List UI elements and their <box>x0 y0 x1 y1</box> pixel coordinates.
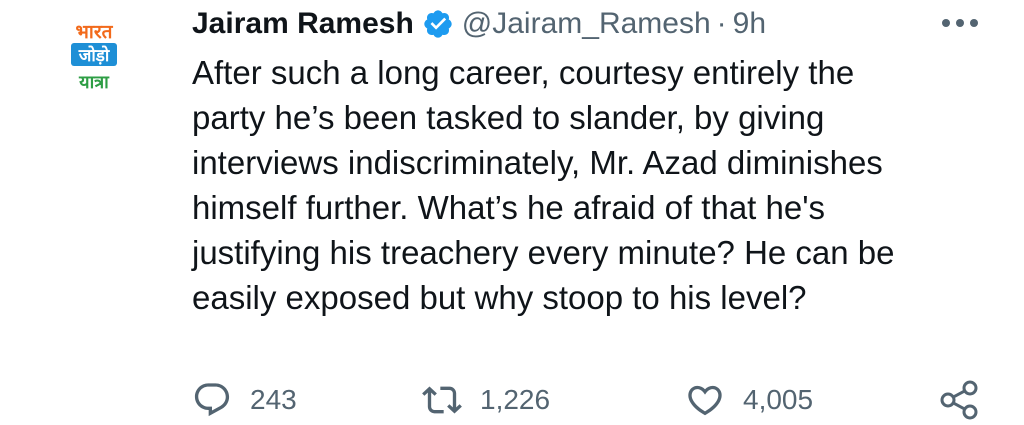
share-icon <box>940 380 978 420</box>
svg-text:भारत: भारत <box>76 21 114 43</box>
author-handle[interactable]: @Jairam_Ramesh <box>462 4 711 44</box>
header-separator: · <box>716 7 727 40</box>
tweet-timestamp[interactable]: 9h <box>733 4 766 44</box>
more-options-icon <box>942 19 978 27</box>
retweet-button[interactable]: 1,226 <box>422 376 550 424</box>
retweet-count: 1,226 <box>480 384 551 415</box>
retweet-icon <box>422 386 462 414</box>
svg-text:जोड़ो: जोड़ो <box>78 45 110 66</box>
share-button[interactable] <box>938 376 982 424</box>
reply-button[interactable]: 243 <box>192 376 297 424</box>
bharat-jodo-yatra-logo: भारत जोड़ो यात्रा <box>71 21 117 93</box>
avatar[interactable]: भारत जोड़ो यात्रा <box>48 8 140 100</box>
like-button[interactable]: 4,005 <box>685 376 813 424</box>
reply-count: 243 <box>250 384 297 415</box>
svg-text:यात्रा: यात्रा <box>78 72 110 93</box>
heart-icon <box>688 385 722 416</box>
reply-icon <box>194 383 230 417</box>
author-name[interactable]: Jairam Ramesh <box>192 4 414 44</box>
tweet-text: After such a long career, courtesy entir… <box>192 54 895 316</box>
tweet-actions: 243 1,226 4,005 <box>192 376 992 424</box>
more-options-button[interactable] <box>936 6 984 40</box>
tweet-header: Jairam Ramesh @Jairam_Ramesh · 9h <box>192 4 766 44</box>
verified-badge-icon <box>422 8 454 40</box>
like-count: 4,005 <box>743 384 814 415</box>
